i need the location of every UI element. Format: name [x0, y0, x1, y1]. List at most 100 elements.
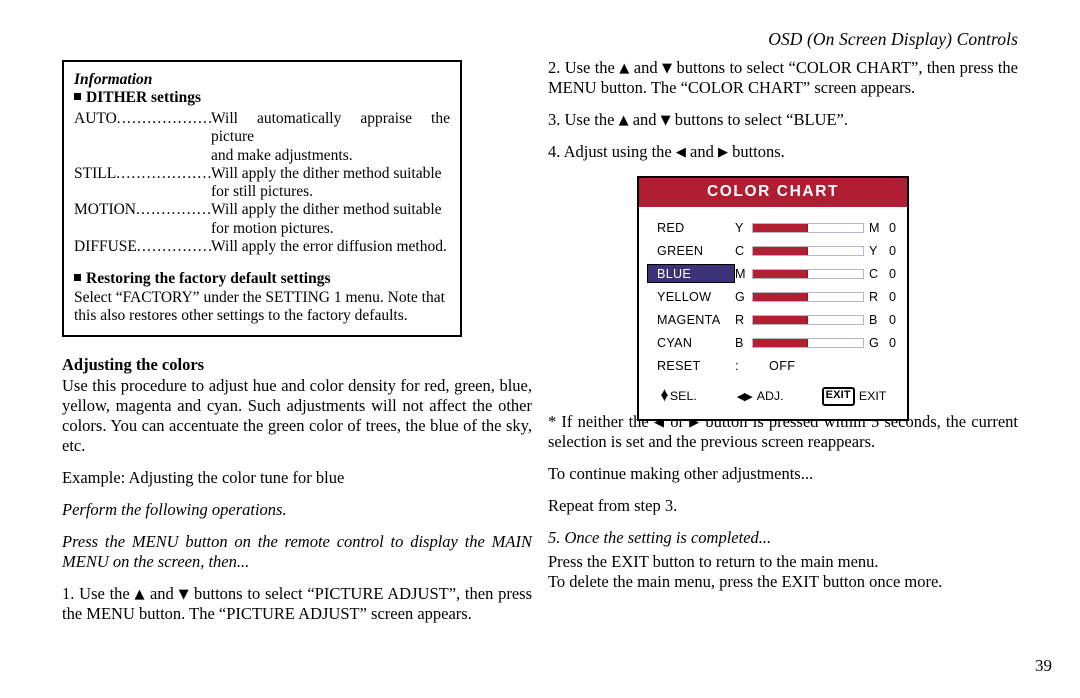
factory-reset-line-1: Select “FACTORY” under the SETTING 1 men…: [74, 288, 445, 306]
dither-term: DIFFUSE: [74, 237, 137, 255]
dither-definition: Will apply the dither method suitable: [211, 164, 442, 182]
osd-left-axis-label: Y: [735, 220, 744, 235]
osd-exit-hint[interactable]: EXIT EXIT: [821, 387, 886, 406]
dither-term: STILL: [74, 164, 117, 182]
dither-definition-continuation: and make adjustments.: [211, 146, 353, 164]
dither-term-cell: MOTION ................: [74, 201, 211, 219]
dither-term-cell: STILL ....................: [74, 165, 211, 183]
osd-slider-fill: [753, 223, 808, 232]
left-arrow-icon: ◀: [675, 144, 686, 160]
table-row[interactable]: MAGENTA R B 0: [639, 308, 907, 331]
leader-dots: ...............: [136, 237, 211, 255]
osd-slider-fill: [753, 269, 808, 278]
left-column: Information DITHER settings AUTO .......…: [62, 60, 532, 636]
osd-slider[interactable]: [752, 314, 864, 325]
information-title: Information: [74, 71, 153, 88]
dither-definition-list: AUTO .................... Will automatic…: [74, 110, 450, 256]
osd-row-label: MAGENTA: [657, 312, 721, 327]
dither-definition: Will automatically appraise the picture: [211, 109, 450, 146]
osd-right-axis-label: M: [869, 220, 880, 235]
dither-term: MOTION: [74, 201, 136, 219]
up-arrow-icon: ▲: [619, 61, 630, 76]
step-3-text-c: buttons to select “BLUE”.: [670, 109, 848, 129]
down-arrow-icon: ▼: [178, 586, 190, 602]
dither-settings-heading: DITHER settings: [74, 89, 450, 108]
dither-definition: Will apply the dither method suitable: [211, 201, 442, 219]
factory-reset-heading-label: Restoring the factory default settings: [86, 270, 331, 288]
step-3-text-b: and: [628, 109, 661, 129]
repeat-line: Repeat from step 3.: [548, 495, 678, 515]
dither-definition-continuation: for still pictures.: [211, 183, 314, 201]
square-bullet-icon: [74, 93, 81, 101]
step-5-line-1: Press the EXIT button to return to the m…: [548, 551, 879, 571]
leader-dots: ....................: [116, 164, 211, 182]
table-row[interactable]: YELLOW G R 0: [639, 285, 907, 308]
dither-term: AUTO: [74, 109, 117, 127]
table-row-selected[interactable]: BLUE M C 0: [639, 262, 907, 285]
osd-left-axis-label: C: [735, 243, 745, 258]
right-arrow-icon: ▶: [717, 144, 728, 160]
step-4-text-b: and: [685, 141, 718, 161]
osd-right-axis-label: B: [869, 312, 878, 327]
perform-line: Perform the following operations.: [62, 500, 287, 520]
step-3-text-a: 3. Use the: [548, 109, 619, 129]
list-item: AUTO .................... Will automatic…: [74, 110, 450, 147]
osd-slider[interactable]: [752, 222, 864, 233]
osd-row-value: 0: [889, 243, 897, 258]
down-arrow-icon: ▼: [661, 61, 673, 76]
osd-select-hint: ▲ ▼ SEL.: [661, 389, 697, 403]
factory-reset-line-2: this also restores other settings to the…: [74, 307, 408, 325]
osd-slider-fill: [753, 292, 808, 301]
osd-slider-fill: [753, 315, 808, 324]
continue-line: To continue making other adjustments...: [548, 463, 814, 483]
osd-left-axis-label: M: [735, 266, 746, 281]
exit-key-icon: EXIT: [821, 387, 855, 406]
step-4-text-a: 4. Adjust using the: [548, 141, 676, 161]
leader-dots: ................: [136, 201, 211, 219]
leader-dots: ....................: [116, 109, 211, 127]
osd-row-label: CYAN: [657, 335, 693, 350]
manual-page: OSD (On Screen Display) Controls Informa…: [0, 0, 1080, 698]
up-down-arrow-icon: ▲ ▼: [661, 388, 668, 404]
page-number: 39: [1035, 656, 1052, 675]
dither-definition: Will apply the error diffusion method.: [211, 237, 447, 255]
table-row[interactable]: GREEN C Y 0: [639, 239, 907, 262]
osd-slider[interactable]: [752, 268, 864, 279]
up-arrow-icon: ▲: [618, 112, 629, 128]
osd-adjust-hint: ◀▶ ADJ.: [737, 389, 784, 403]
osd-row-value: 0: [889, 335, 897, 350]
factory-reset-heading: Restoring the factory default settings: [74, 270, 450, 289]
osd-row-value: 0: [889, 266, 897, 281]
page-title: Adjusting the colors: [62, 355, 205, 375]
osd-footer: ▲ ▼ SEL. ◀▶ ADJ. EXIT EXIT: [639, 378, 907, 413]
osd-slider[interactable]: [752, 245, 864, 256]
step-5-line-2: To delete the main menu, press the EXIT …: [548, 571, 943, 591]
osd-slider-fill: [753, 246, 808, 255]
table-row[interactable]: RED Y M 0: [639, 216, 907, 239]
step-1: 1. Use the ▲ and ▼ buttons to select “PI…: [62, 584, 532, 624]
osd-right-axis-label: G: [869, 335, 879, 350]
osd-row-label: BLUE: [647, 264, 735, 283]
osd-title: COLOR CHART: [639, 178, 907, 207]
step-1-text-a: 1. Use the: [62, 583, 135, 603]
osd-slider[interactable]: [752, 337, 864, 348]
left-right-arrow-icon: ◀▶: [736, 389, 753, 403]
step-4: 4. Adjust using the ◀ and ▶ buttons.: [548, 142, 1018, 162]
osd-row-label: RED: [657, 220, 685, 235]
osd-select-hint-label: SEL.: [669, 389, 697, 404]
step-2: 2. Use the ▲ and ▼ buttons to select “CO…: [548, 58, 1018, 98]
osd-right-axis-label: Y: [869, 243, 878, 258]
list-item: DIFFUSE ............... Will apply the e…: [74, 238, 450, 256]
osd-left-axis-label: G: [735, 289, 745, 304]
down-arrow-icon: ▼: [660, 112, 671, 128]
running-head: OSD (On Screen Display) Controls: [768, 29, 1018, 49]
table-row[interactable]: CYAN B G 0: [639, 331, 907, 354]
dither-definition-continuation: for motion pictures.: [211, 219, 334, 237]
osd-row-value: 0: [889, 289, 897, 304]
osd-reset-row[interactable]: RESET : OFF: [639, 354, 907, 378]
dither-term-cell: DIFFUSE ...............: [74, 238, 211, 256]
osd-right-axis-label: C: [869, 266, 879, 281]
osd-reset-value: OFF: [769, 359, 796, 373]
osd-slider[interactable]: [752, 291, 864, 302]
dither-term-cell: AUTO ....................: [74, 110, 211, 128]
